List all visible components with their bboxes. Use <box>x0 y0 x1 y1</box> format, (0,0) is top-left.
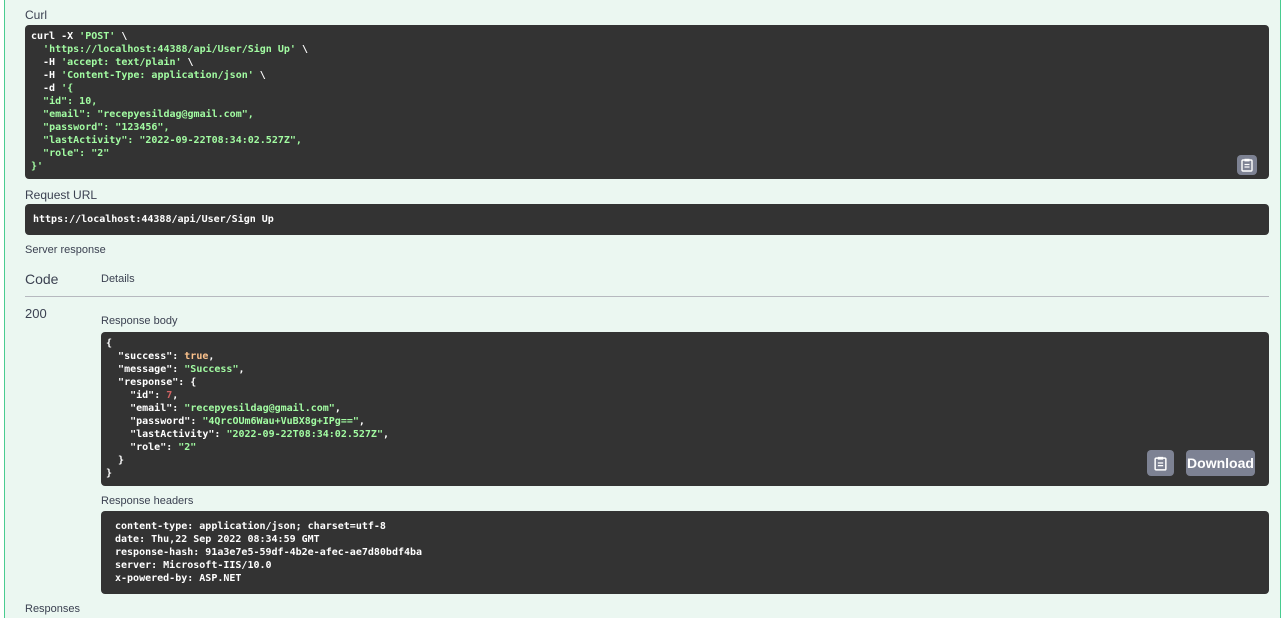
curl-header-accept: 'accept: text/plain' <box>61 57 182 68</box>
curl-data-close: }' <box>31 161 44 172</box>
curl-data-id: "id": 10, <box>43 96 98 107</box>
curl-data-role: "role": "2" <box>43 148 110 159</box>
email-value: "recepyesildag@gmail.com" <box>184 403 335 414</box>
response-body-block[interactable]: { "success": true, "message": "Success",… <box>101 332 1269 486</box>
code-column-header: Code <box>25 271 59 287</box>
operation-panel: Curl curl -X 'POST' \ 'https://localhost… <box>4 0 1281 618</box>
success-value: true <box>184 351 209 362</box>
curl-data-lastactivity: "lastActivity": "2022-09-22T08:34:02.527… <box>43 135 302 146</box>
id-value: 7 <box>166 390 173 401</box>
role-value: "2" <box>178 442 197 453</box>
request-url-block[interactable]: https://localhost:44388/api/User/Sign Up <box>25 204 1269 235</box>
password-value: "4QrcOUm6Wau+VuBX8g+IPg==" <box>202 416 359 427</box>
header-line: x-powered-by: ASP.NET <box>115 573 242 584</box>
details-column-header: Details <box>101 273 135 285</box>
curl-data-email: "email": "recepyesildag@gmail.com", <box>43 109 254 120</box>
curl-data-password: "password": "123456", <box>43 122 170 133</box>
curl-label: Curl <box>25 8 48 22</box>
message-value: "Success" <box>184 364 239 375</box>
response-headers-block[interactable]: content-type: application/json; charset=… <box>101 511 1269 594</box>
clipboard-icon <box>1241 158 1253 172</box>
curl-header-content-type: 'Content-Type: application/json' <box>61 70 254 81</box>
curl-data-open: '{ <box>61 83 74 94</box>
copy-curl-button[interactable] <box>1237 155 1257 175</box>
curl-line-1: curl -X 'POST' \ <box>31 31 128 42</box>
responses-label: Responses <box>25 603 81 615</box>
response-headers-label: Response headers <box>101 495 194 507</box>
copy-response-button[interactable] <box>1147 450 1174 476</box>
lastactivity-value: "2022-09-22T08:34:02.527Z" <box>226 429 383 440</box>
clipboard-icon <box>1154 456 1167 471</box>
header-line: date: Thu,22 Sep 2022 08:34:59 GMT <box>115 534 320 545</box>
header-line: content-type: application/json; charset=… <box>115 521 386 532</box>
response-body-label: Response body <box>101 315 178 327</box>
curl-url: 'https://localhost:44388/api/User/Sign U… <box>43 44 296 55</box>
header-line: server: Microsoft-IIS/10.0 <box>115 560 272 571</box>
server-response-label: Server response <box>25 244 106 256</box>
download-button[interactable]: Download <box>1186 450 1255 476</box>
request-url-label: Request URL <box>25 188 98 202</box>
curl-code-block[interactable]: curl -X 'POST' \ 'https://localhost:4438… <box>25 25 1269 179</box>
table-divider <box>25 296 1269 297</box>
request-url-value: https://localhost:44388/api/User/Sign Up <box>33 214 274 225</box>
response-status-code: 200 <box>25 306 47 321</box>
header-line: response-hash: 91a3e7e5-59df-4b2e-afec-a… <box>115 547 423 558</box>
